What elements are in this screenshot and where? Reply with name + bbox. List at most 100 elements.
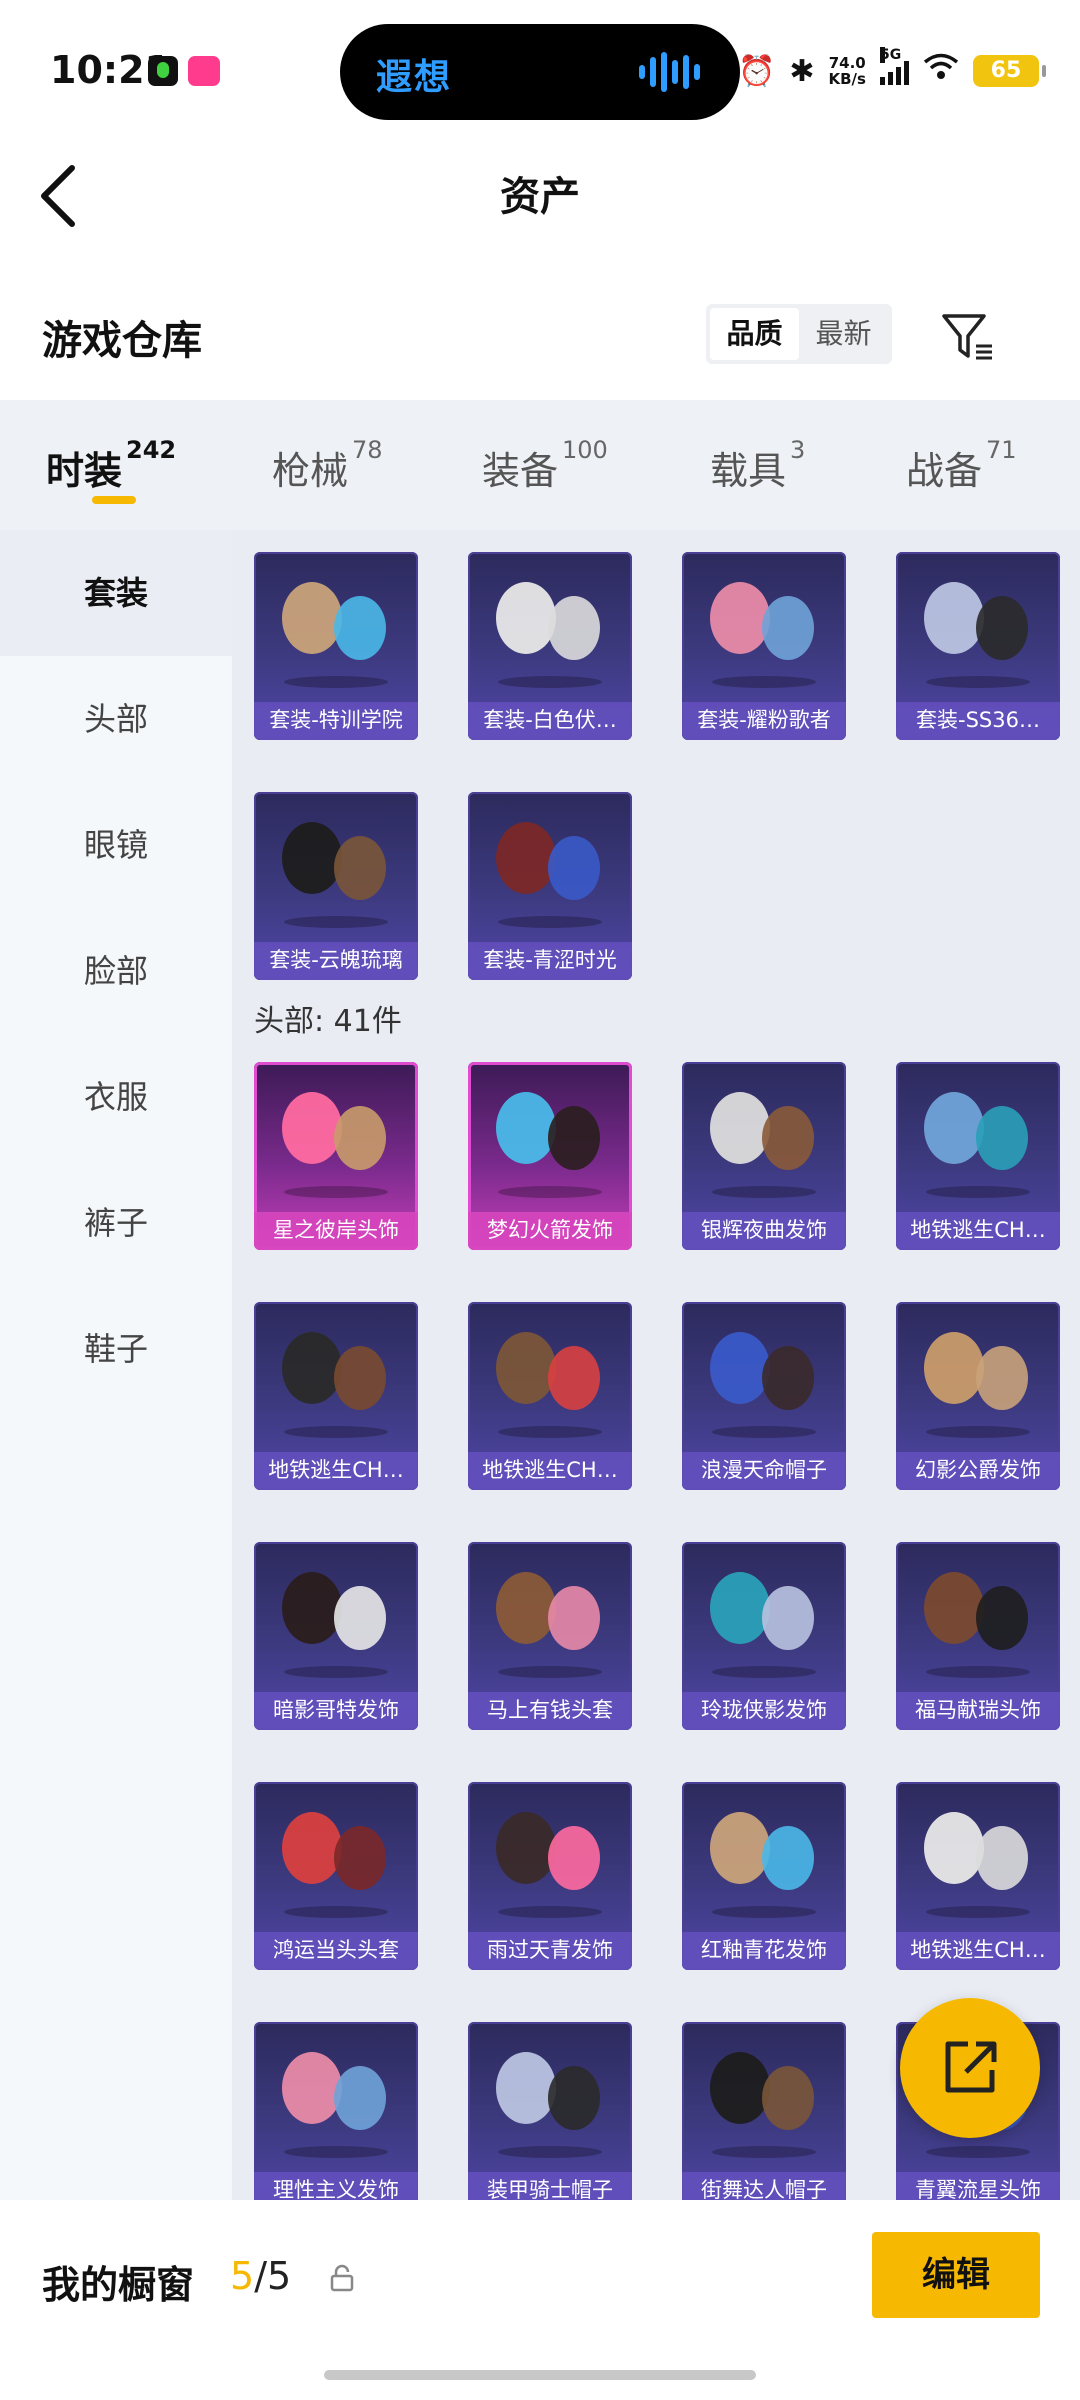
tab-gear[interactable]: 战备 71 [906,436,1017,495]
item-thumbnail [496,1332,602,1438]
dynamic-island[interactable]: 遐想 [340,24,740,120]
tab-fashion[interactable]: 时装 242 [46,436,176,495]
item-name: 梦幻火箭发饰 [468,1212,632,1250]
item-card[interactable]: 玲珑侠影发饰 [682,1542,846,1730]
lock-icon [330,2264,354,2292]
alarm-icon: ⏰ [738,53,776,89]
item-name: 鸿运当头头套 [254,1932,418,1970]
sidebar-item-face[interactable]: 脸部 [0,908,232,1034]
item-card[interactable]: 星之彼岸头饰 [254,1062,418,1250]
item-name: 套装-青涩时光 [468,942,632,980]
item-card[interactable]: 暗影哥特发饰 [254,1542,418,1730]
bluetooth-icon: ✱ [789,53,815,89]
network-speed: 74.0 KB/s [828,54,866,88]
audio-wave-icon [639,52,700,92]
home-indicator[interactable] [324,2370,756,2380]
item-name: 套装-SS36… [896,702,1060,740]
item-thumbnail [710,1092,816,1198]
sort-quality-option[interactable]: 品质 [710,308,799,360]
item-name: 套装-白色伏… [468,702,632,740]
item-card[interactable]: 套装-耀粉歌者 [682,552,846,740]
item-thumbnail [282,2052,388,2158]
item-name: 套装-云魄琉璃 [254,942,418,980]
item-thumbnail [710,1812,816,1918]
item-card[interactable]: 地铁逃生CH… [468,1302,632,1490]
island-app-logo: 遐想 [376,57,453,98]
item-name: 暗影哥特发饰 [254,1692,418,1730]
item-card[interactable]: 套装-云魄琉璃 [254,792,418,980]
item-card[interactable]: 鸿运当头头套 [254,1782,418,1970]
cellular-signal-icon: 5G [879,47,909,85]
item-thumbnail [710,1572,816,1678]
item-thumbnail [282,1572,388,1678]
item-name: 红釉青花发饰 [682,1932,846,1970]
edit-button[interactable]: 编辑 [872,2232,1040,2318]
item-card[interactable]: 红釉青花发饰 [682,1782,846,1970]
warehouse-title: 游戏仓库 [42,318,202,364]
item-card[interactable]: 街舞达人帽子 [682,2022,846,2200]
showcase-count: 5/5 [230,2254,292,2298]
item-thumbnail [496,582,602,688]
app-notification-icon [188,56,220,86]
sidebar-item-clothes[interactable]: 衣服 [0,1034,232,1160]
item-thumbnail [710,582,816,688]
item-card[interactable]: 雨过天青发饰 [468,1782,632,1970]
showcase-bar: 我的橱窗 5/5 编辑 [0,2200,1080,2400]
item-card[interactable]: 套装-SS36… [896,552,1060,740]
category-tabs: 时装 242 枪械 78 装备 100 载具 3 战备 71 [0,400,1080,530]
item-name: 福马献瑞头饰 [896,1692,1060,1730]
item-thumbnail [496,1572,602,1678]
item-card[interactable]: 套装-青涩时光 [468,792,632,980]
item-thumbnail [496,1812,602,1918]
item-thumbnail [924,1092,1030,1198]
item-name: 幻影公爵发饰 [896,1452,1060,1490]
item-card[interactable]: 地铁逃生CH… [896,1782,1060,1970]
item-grid: 套装-特训学院 套装-白色伏… 套装-耀粉歌者 套装-SS36… 套装-云魄琉璃 套装-青… [232,530,1080,2200]
sidebar-item-suits[interactable]: 套装 [0,530,232,656]
tab-equipment[interactable]: 装备 100 [482,436,608,495]
item-name: 星之彼岸头饰 [254,1212,418,1250]
item-thumbnail [710,1332,816,1438]
item-card[interactable]: 浪漫天命帽子 [682,1302,846,1490]
item-name: 青翼流星头饰 [896,2172,1060,2200]
active-tab-indicator [92,496,136,504]
sidebar: 套装 头部 眼镜 脸部 衣服 裤子 鞋子 [0,530,232,2200]
sidebar-item-glasses[interactable]: 眼镜 [0,782,232,908]
filter-icon[interactable] [940,312,996,362]
sort-toggle: 品质 最新 [706,304,892,364]
warehouse-header: 游戏仓库 品质 最新 [0,290,1080,380]
share-edit-fab[interactable] [900,1998,1040,2138]
item-card[interactable]: 套装-特训学院 [254,552,418,740]
item-thumbnail [924,1812,1030,1918]
item-card[interactable]: 套装-白色伏… [468,552,632,740]
sidebar-item-head[interactable]: 头部 [0,656,232,782]
item-card[interactable]: 梦幻火箭发饰 [468,1062,632,1250]
battery-icon: 65 [972,55,1046,87]
item-card[interactable]: 马上有钱头套 [468,1542,632,1730]
item-card[interactable]: 理性主义发饰 [254,2022,418,2200]
status-bar: 10:21 遐想 ⏰ ✱ 74.0 KB/s 5G 65 [0,0,1080,140]
item-thumbnail [282,1812,388,1918]
page-header: 资产 [0,140,1080,250]
tab-guns[interactable]: 枪械 78 [272,436,383,495]
item-card[interactable]: 地铁逃生CH… [254,1302,418,1490]
item-card[interactable]: 福马献瑞头饰 [896,1542,1060,1730]
item-name: 理性主义发饰 [254,2172,418,2200]
item-card[interactable]: 地铁逃生CH… [896,1062,1060,1250]
item-card[interactable]: 银辉夜曲发饰 [682,1062,846,1250]
item-thumbnail [496,1092,602,1198]
tab-vehicles[interactable]: 载具 3 [710,436,805,495]
item-card[interactable]: 幻影公爵发饰 [896,1302,1060,1490]
showcase-label: 我的橱窗 [42,2263,195,2307]
sort-newest-option[interactable]: 最新 [799,308,888,360]
main-content: 套装 头部 眼镜 脸部 衣服 裤子 鞋子 套装-特训学院 套装-白色伏… 套装-耀粉… [0,530,1080,2200]
item-name: 马上有钱头套 [468,1692,632,1730]
item-thumbnail [710,2052,816,2158]
item-thumbnail [924,1332,1030,1438]
wifi-icon [923,53,959,89]
item-card[interactable]: 装甲骑士帽子 [468,2022,632,2200]
sidebar-item-shoes[interactable]: 鞋子 [0,1286,232,1412]
item-name: 套装-特训学院 [254,702,418,740]
item-thumbnail [496,2052,602,2158]
sidebar-item-pants[interactable]: 裤子 [0,1160,232,1286]
